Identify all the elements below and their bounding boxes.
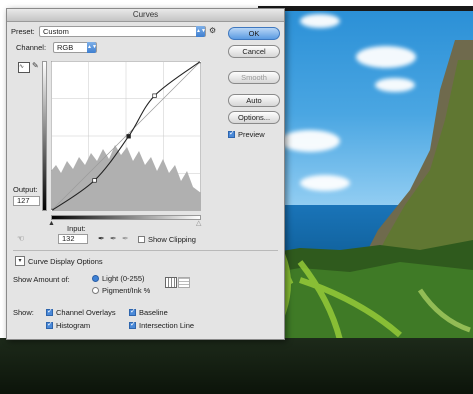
- channel-overlays-label: Channel Overlays: [56, 308, 116, 317]
- preview-checkbox[interactable]: [228, 129, 235, 138]
- white-eyedropper-icon[interactable]: ✒: [122, 235, 129, 243]
- photo-foliage: [0, 338, 473, 394]
- curve-display-options-label: Curve Display Options: [28, 257, 103, 266]
- output-label: Output:: [13, 185, 38, 194]
- intersection-line-label: Intersection Line: [139, 321, 195, 330]
- input-gradient-bar: [51, 215, 201, 220]
- curves-dialog: Curves Preset: Custom ▲▼ ⚙ Channel: RGB …: [6, 8, 285, 340]
- ok-button[interactable]: OK: [228, 27, 280, 40]
- on-image-adjust-icon[interactable]: ☜: [17, 235, 24, 243]
- pigment-label: Pigment/Ink %: [102, 286, 151, 295]
- detailed-grid-icon[interactable]: [178, 277, 190, 288]
- channel-label: Channel:: [16, 43, 47, 52]
- histogram-checkbox[interactable]: [46, 320, 53, 329]
- black-eyedropper-icon[interactable]: ✒: [98, 235, 105, 243]
- channel-select[interactable]: RGB ▲▼: [53, 42, 97, 53]
- pigment-radio[interactable]: [92, 287, 99, 294]
- channel-value: RGB: [57, 43, 74, 52]
- disclosure-triangle-icon[interactable]: ▾: [15, 256, 25, 266]
- preset-options-icon[interactable]: ⚙: [209, 27, 216, 35]
- histogram-label: Histogram: [56, 321, 91, 330]
- curve-edit-icon[interactable]: ∿: [18, 62, 30, 73]
- light-radio[interactable]: [92, 275, 99, 282]
- dialog-title: Curves: [7, 9, 284, 22]
- auto-button[interactable]: Auto: [228, 94, 280, 107]
- black-point-slider-icon[interactable]: ▲: [48, 220, 55, 228]
- light-label: Light (0-255): [102, 274, 145, 283]
- white-point-slider-icon[interactable]: △: [196, 220, 201, 228]
- gray-eyedropper-icon[interactable]: ✒: [110, 235, 117, 243]
- curve-point[interactable]: [152, 93, 157, 98]
- show-clipping-label: Show Clipping: [148, 235, 196, 244]
- divider: [13, 250, 278, 251]
- show-amount-label: Show Amount of:: [13, 275, 70, 284]
- channel-overlays-checkbox[interactable]: [46, 307, 53, 316]
- output-field[interactable]: 127: [13, 196, 40, 206]
- curve-graph[interactable]: [51, 61, 201, 211]
- simple-grid-icon[interactable]: [165, 277, 177, 288]
- intersection-line-checkbox[interactable]: [129, 320, 136, 329]
- output-gradient-bar: [42, 61, 47, 211]
- baseline-label: Baseline: [139, 308, 168, 317]
- curve-point[interactable]: [92, 178, 97, 183]
- show-label: Show:: [13, 308, 34, 317]
- chevron-down-icon: ▲▼: [87, 42, 97, 53]
- baseline-checkbox[interactable]: [129, 307, 136, 316]
- smooth-button[interactable]: Smooth: [228, 71, 280, 84]
- curve-point[interactable]: [51, 208, 54, 211]
- pencil-icon[interactable]: ✎: [32, 62, 39, 70]
- input-field[interactable]: 132: [58, 234, 88, 244]
- curve-point[interactable]: [198, 61, 201, 64]
- preset-value: Custom: [43, 27, 69, 36]
- chevron-down-icon: ▲▼: [196, 26, 206, 37]
- options-button[interactable]: Options...: [228, 111, 280, 124]
- cancel-button[interactable]: Cancel: [228, 45, 280, 58]
- show-clipping-checkbox[interactable]: [138, 236, 145, 243]
- preset-select[interactable]: Custom ▲▼: [39, 26, 206, 37]
- preset-label: Preset:: [11, 27, 35, 36]
- curve-point[interactable]: [126, 134, 131, 139]
- preview-label: Preview: [238, 130, 265, 139]
- input-label: Input:: [67, 224, 86, 233]
